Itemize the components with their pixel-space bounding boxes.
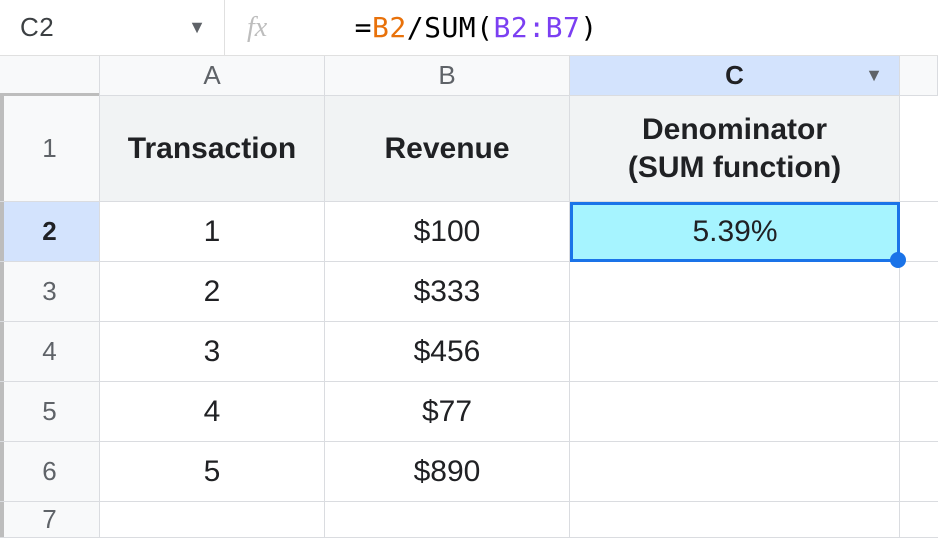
cell-A3[interactable]: 2 [100,262,325,322]
cell-pad [900,262,938,322]
column-header-C[interactable]: C ▼ [570,56,900,95]
row-header-4[interactable]: 4 [0,322,100,382]
formula-token-eq: = [355,11,372,44]
select-all-corner[interactable] [0,56,100,95]
cell-C5[interactable] [570,382,900,442]
column-header-pad [900,56,938,95]
formula-token-ref: B2 [372,11,407,44]
name-box[interactable]: C2 ▼ [20,0,225,55]
cell-B7[interactable] [325,502,570,538]
table-row: 1 Transaction Revenue Denominator (SUM f… [0,96,938,202]
fx-icon: fx [225,12,285,44]
cell-pad [900,502,938,538]
formula-token-fn: SUM( [424,11,493,44]
formula-token-range: B2:B7 [494,11,581,44]
table-row: 7 [0,502,938,538]
chevron-down-icon[interactable]: ▼ [865,65,883,86]
table-row: 5 4 $77 [0,382,938,442]
formula-token-close: ) [580,11,597,44]
cell-pad [900,442,938,502]
name-box-value: C2 [20,12,54,43]
cell-C1[interactable]: Denominator (SUM function) [570,96,900,202]
row-header-5[interactable]: 5 [0,382,100,442]
table-row: 6 5 $890 [0,442,938,502]
row-header-3[interactable]: 3 [0,262,100,322]
column-header-B[interactable]: B [325,56,570,95]
table-row: 3 2 $333 [0,262,938,322]
cell-A1[interactable]: Transaction [100,96,325,202]
cell-A2[interactable]: 1 [100,202,325,262]
cell-C6[interactable] [570,442,900,502]
cell-A7[interactable] [100,502,325,538]
cell-pad [900,202,938,262]
row-header-6[interactable]: 6 [0,442,100,502]
cell-C7[interactable] [570,502,900,538]
chevron-down-icon[interactable]: ▼ [188,17,206,38]
column-header-A[interactable]: A [100,56,325,95]
table-row: 4 3 $456 [0,322,938,382]
row-header-1[interactable]: 1 [0,96,100,202]
cell-B4[interactable]: $456 [325,322,570,382]
row-header-2[interactable]: 2 [0,202,100,262]
cell-pad [900,96,938,202]
row-header-7[interactable]: 7 [0,502,100,538]
cell-B6[interactable]: $890 [325,442,570,502]
cell-A4[interactable]: 3 [100,322,325,382]
cell-B2[interactable]: $100 [325,202,570,262]
cell-A6[interactable]: 5 [100,442,325,502]
formula-token-op: / [407,11,424,44]
cell-A5[interactable]: 4 [100,382,325,442]
cell-C3[interactable] [570,262,900,322]
cell-C4[interactable] [570,322,900,382]
cell-B1[interactable]: Revenue [325,96,570,202]
table-row: 2 1 $100 5.39% [0,202,938,262]
cell-pad [900,322,938,382]
cell-pad [900,382,938,442]
cell-C2[interactable]: 5.39% [570,202,900,262]
cell-B5[interactable]: $77 [325,382,570,442]
formula-bar: C2 ▼ fx =B2/SUM(B2:B7) [0,0,938,56]
cell-B3[interactable]: $333 [325,262,570,322]
column-header-row: A B C ▼ [0,56,938,96]
